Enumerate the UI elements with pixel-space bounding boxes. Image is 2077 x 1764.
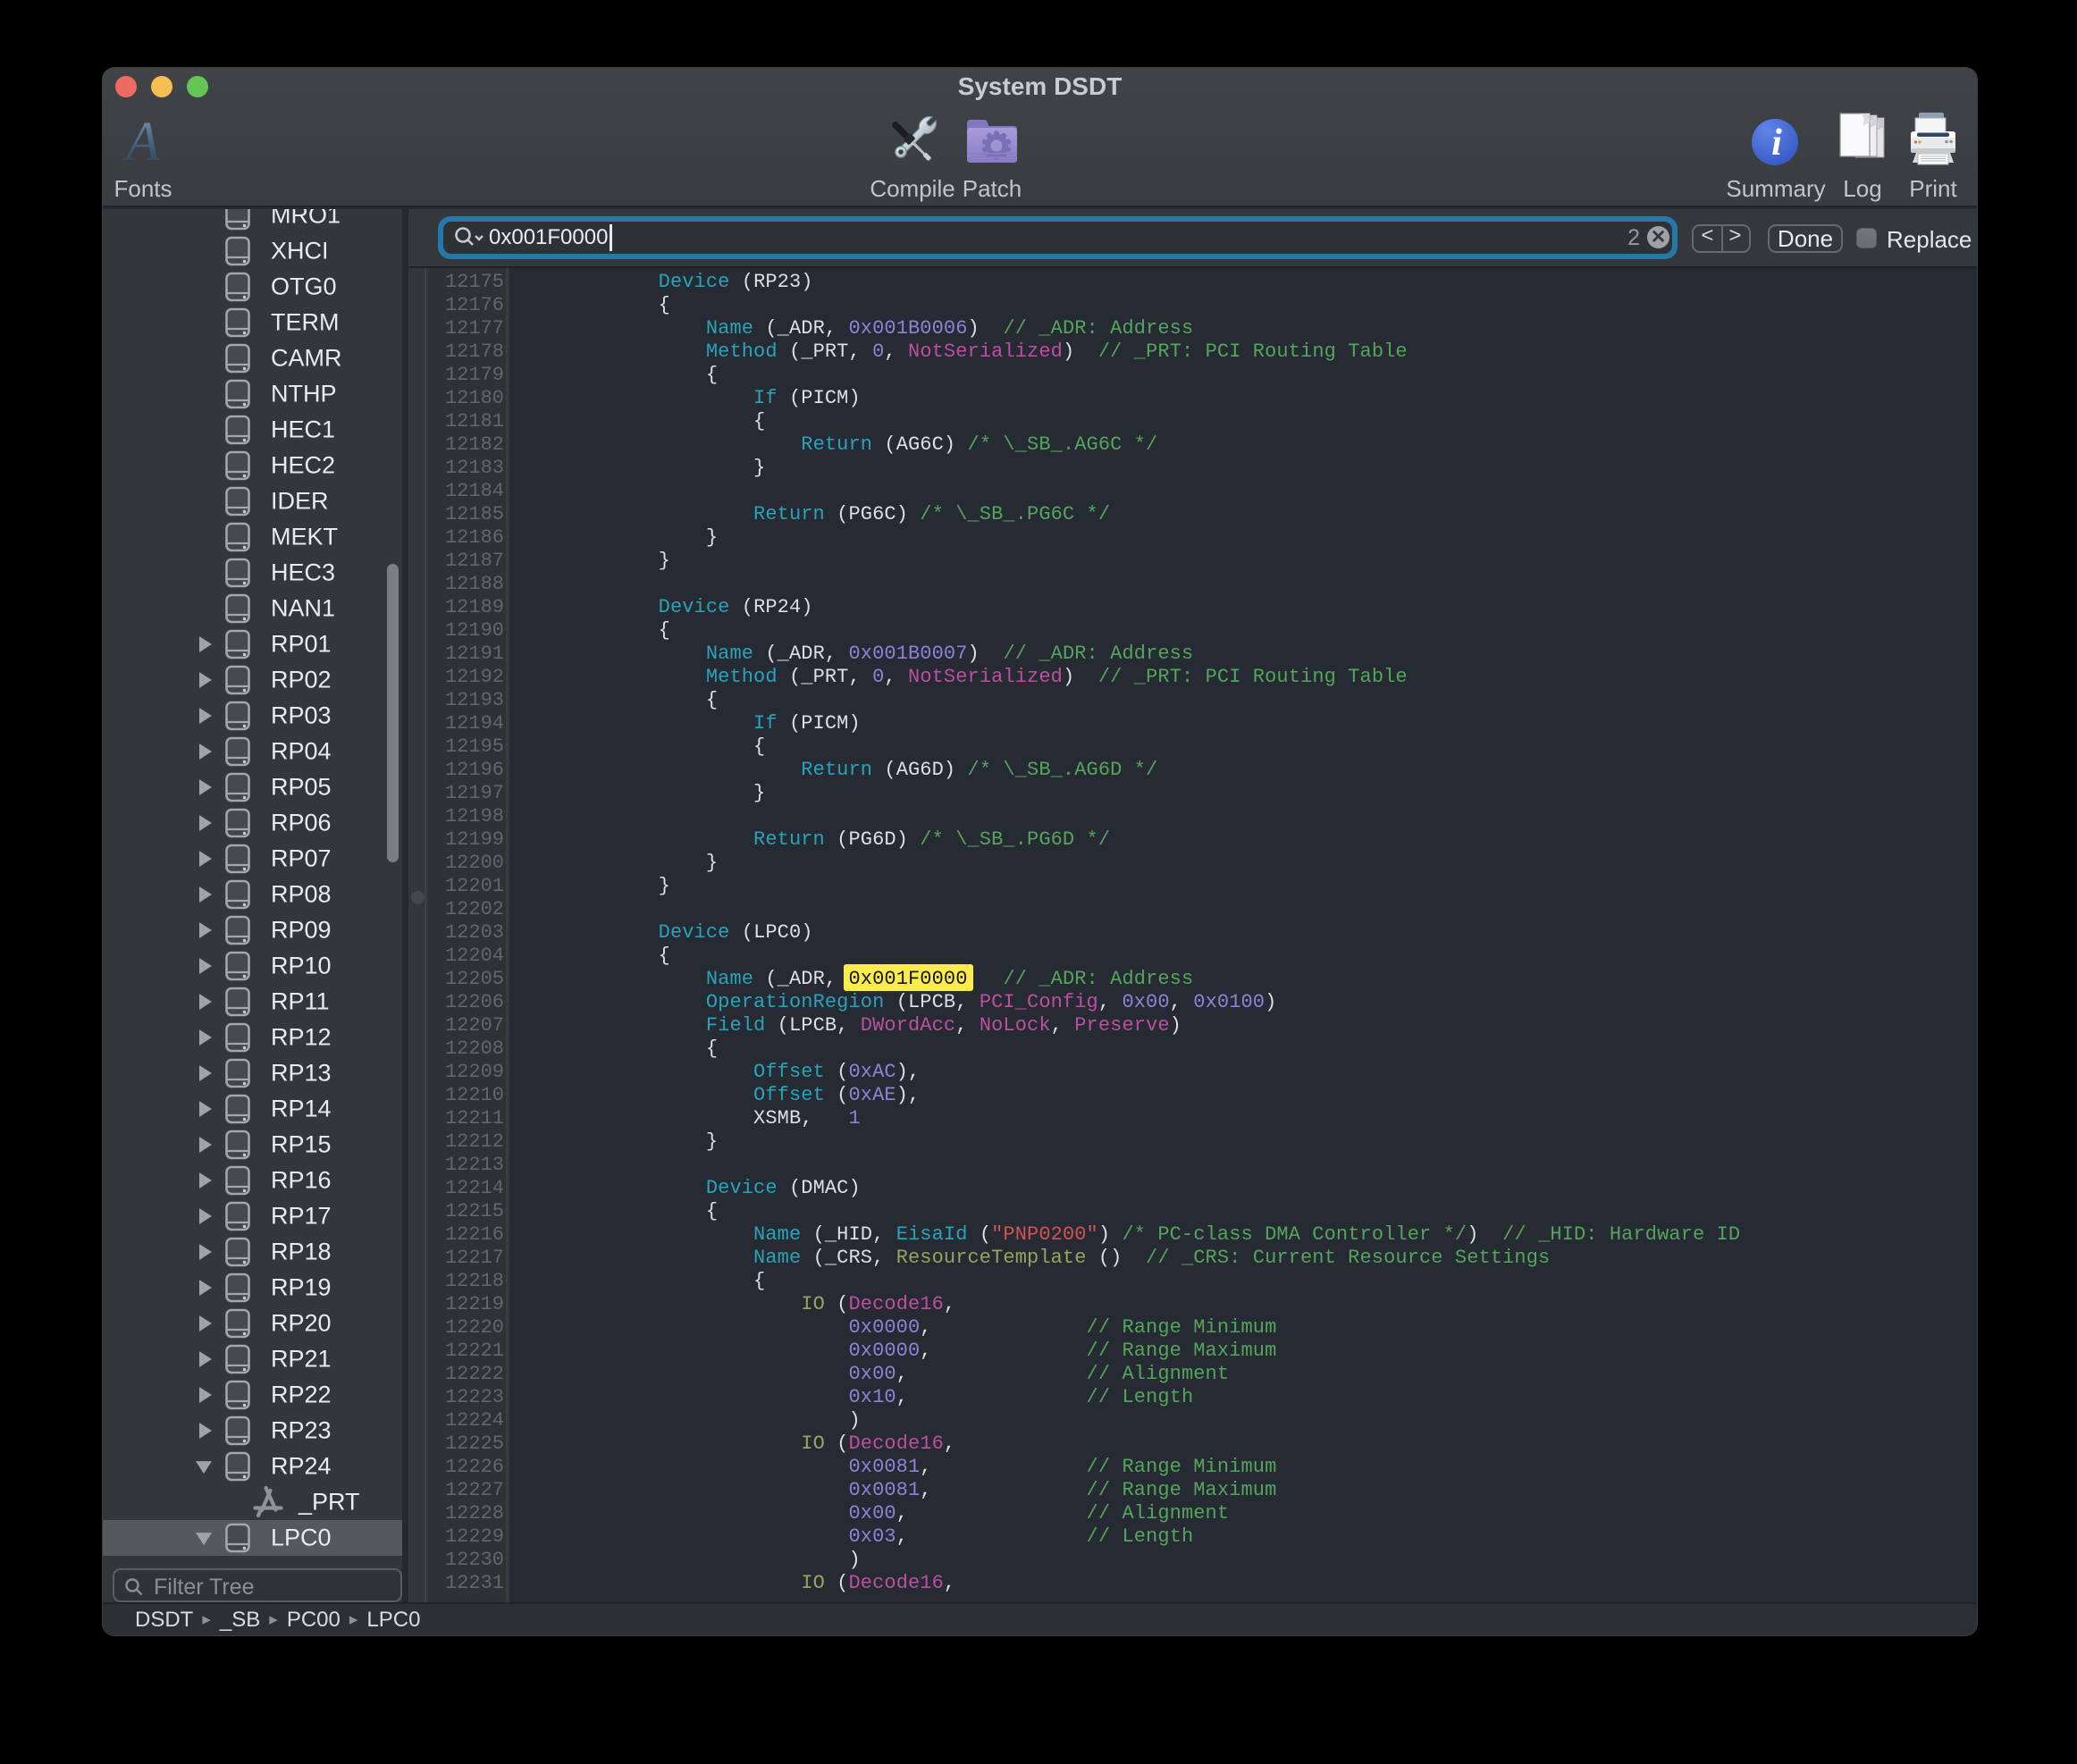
svg-text:A: A [122,112,161,168]
svg-text:i: i [1771,122,1782,164]
